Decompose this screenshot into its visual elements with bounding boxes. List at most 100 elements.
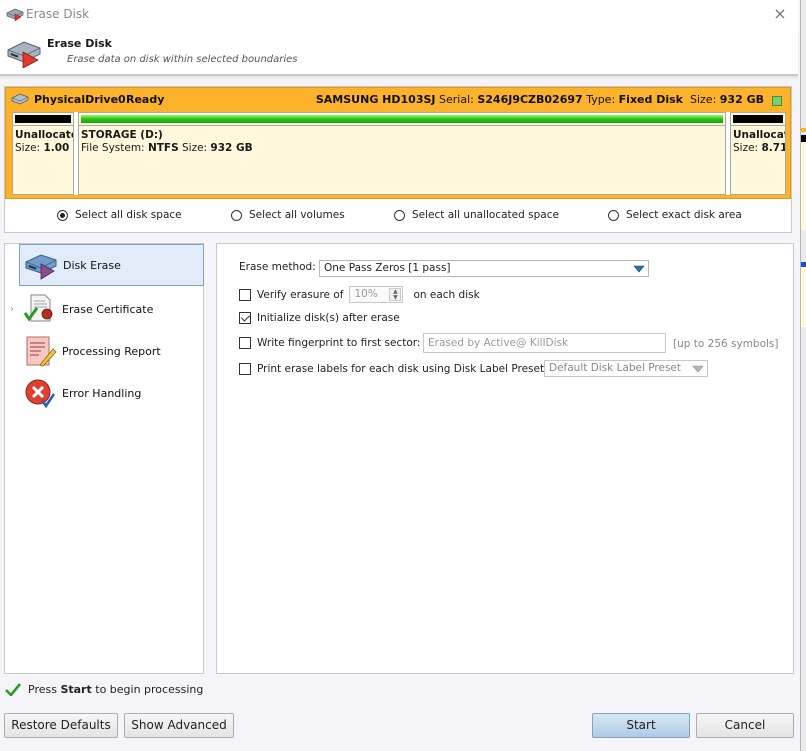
bg-decoration bbox=[801, 135, 806, 142]
bg-decoration bbox=[801, 128, 806, 132]
stepper-arrows-icon[interactable]: ▲ ▼ bbox=[389, 288, 402, 301]
filesystem-value: NTFS bbox=[147, 142, 179, 154]
partition-title: STORAGE (D:) bbox=[81, 129, 163, 141]
nav-item-error-handling[interactable]: Error Handling bbox=[19, 372, 204, 414]
partition-title: Unallocated bbox=[733, 129, 785, 141]
serial-label: Serial: bbox=[439, 93, 474, 106]
expand-chevron-icon[interactable]: › bbox=[10, 304, 14, 315]
label-preset-value: Default Disk Label Preset bbox=[549, 362, 681, 374]
initialize-disk-checkbox[interactable] bbox=[239, 312, 251, 324]
radio-label: Select exact disk area bbox=[626, 209, 742, 221]
radio-select-exact-area[interactable]: Select exact disk area bbox=[608, 209, 742, 221]
nav-item-processing-report[interactable]: Processing Report bbox=[19, 330, 204, 372]
disk-erase-settings: Erase method: One Pass Zeros [1 pass] Ve… bbox=[216, 243, 794, 674]
physical-disk[interactable]: PhysicalDrive0 Ready SAMSUNG HD103SJ Ser… bbox=[5, 87, 791, 199]
fingerprint-checkbox[interactable] bbox=[239, 337, 251, 349]
initialize-disk-label: Initialize disk(s) after erase bbox=[257, 312, 400, 324]
radio-label: Select all disk space bbox=[75, 209, 182, 221]
disk-serial: S246J9CZB02697 bbox=[477, 93, 583, 106]
nav-item-label: Error Handling bbox=[62, 386, 142, 400]
partition-storage[interactable]: STORAGE (D:) File System: NTFS Size: 932… bbox=[78, 112, 726, 195]
erase-method-label: Erase method: bbox=[239, 261, 316, 273]
disk-info: SAMSUNG HD103SJ Serial: S246J9CZB02697 T… bbox=[316, 93, 764, 106]
verify-erasure-checkbox[interactable] bbox=[239, 288, 251, 301]
radio-select-all-disk-space[interactable]: Select all disk space bbox=[57, 209, 182, 221]
dialog-header: Erase Disk Erase data on disk within sel… bbox=[0, 28, 798, 76]
verify-percent-value: 10% bbox=[354, 288, 378, 300]
status-prefix: Press bbox=[28, 682, 57, 696]
partition-size: 1.00 MB bbox=[43, 142, 73, 154]
partition-unallocated-start[interactable]: Unallocated Size: 1.00 MB bbox=[12, 112, 74, 195]
nav-item-disk-erase[interactable]: Disk Erase bbox=[19, 244, 204, 286]
disk-header: PhysicalDrive0 Ready SAMSUNG HD103SJ Ser… bbox=[8, 91, 788, 109]
nav-item-label: Disk Erase bbox=[63, 258, 121, 272]
partition-list: Unallocated Size: 1.00 MB STORAGE (D:) F… bbox=[12, 112, 786, 195]
fingerprint-label: Write fingerprint to first sector: bbox=[257, 337, 421, 349]
verify-erasure-row: Verify erasure of 10% ▲ ▼ on each disk bbox=[239, 286, 480, 303]
partition-title: Unallocated bbox=[15, 129, 73, 141]
partition-bar bbox=[15, 115, 71, 123]
print-labels-checkbox[interactable] bbox=[239, 363, 251, 375]
error-icon bbox=[25, 379, 56, 409]
erase-method-row: Erase method: bbox=[239, 261, 316, 273]
disk-erase-icon bbox=[25, 254, 57, 280]
header-subtitle: Erase data on disk within selected bound… bbox=[67, 54, 298, 65]
fingerprint-input[interactable]: Erased by Active@ KillDisk bbox=[423, 333, 666, 353]
erase-method-value: One Pass Zeros [1 pass] bbox=[324, 262, 451, 274]
partition-unallocated-end[interactable]: Unallocated Size: 8.71 MB bbox=[730, 112, 786, 195]
chevron-down-icon bbox=[633, 265, 645, 273]
radio-button[interactable] bbox=[57, 209, 68, 221]
print-labels-label: Print erase labels for each disk using D… bbox=[257, 363, 548, 375]
disk-model: SAMSUNG HD103SJ bbox=[315, 93, 436, 106]
verify-erasure-label: Verify erasure of bbox=[257, 288, 344, 301]
selection-mode-group: Select all disk space Select all volumes… bbox=[5, 205, 791, 229]
window-title: Erase Disk bbox=[26, 7, 90, 21]
erase-method-dropdown[interactable]: One Pass Zeros [1 pass] bbox=[319, 260, 649, 277]
radio-button[interactable] bbox=[608, 209, 619, 221]
close-icon[interactable]: × bbox=[770, 4, 790, 24]
disk-select-checkbox[interactable] bbox=[772, 96, 782, 106]
title-bar: Erase Disk × bbox=[0, 0, 798, 28]
partition-size-label: Size: bbox=[15, 142, 41, 154]
radio-select-all-volumes[interactable]: Select all volumes bbox=[231, 209, 345, 221]
fingerprint-row: Write fingerprint to first sector: bbox=[239, 337, 420, 349]
type-label: Type: bbox=[586, 93, 616, 106]
certificate-icon bbox=[23, 294, 53, 322]
nav-item-label: Processing Report bbox=[62, 344, 161, 358]
app-disk-icon bbox=[6, 8, 24, 22]
nav-item-erase-certificate[interactable]: Erase Certificate bbox=[19, 288, 204, 330]
radio-button[interactable] bbox=[231, 209, 242, 221]
partition-body: Unallocated Size: 8.71 MB bbox=[731, 125, 785, 194]
report-icon bbox=[26, 336, 57, 367]
label-preset-dropdown[interactable]: Default Disk Label Preset bbox=[544, 360, 708, 377]
partition-size: 932 GB bbox=[210, 142, 253, 154]
status-message: Press Start to begin processing bbox=[5, 682, 203, 696]
partition-size: 8.71 MB bbox=[761, 142, 786, 154]
verify-percent-stepper[interactable]: 10% ▲ ▼ bbox=[349, 286, 404, 303]
radio-button[interactable] bbox=[394, 209, 405, 221]
nav-item-label: Erase Certificate bbox=[62, 302, 154, 316]
restore-defaults-button[interactable]: Restore Defaults bbox=[4, 713, 118, 738]
radio-select-all-unallocated[interactable]: Select all unallocated space bbox=[394, 209, 559, 221]
chevron-down-icon bbox=[692, 365, 704, 373]
filesystem-label: File System: bbox=[81, 142, 145, 154]
fingerprint-hint: [up to 256 symbols] bbox=[673, 338, 779, 350]
start-button[interactable]: Start bbox=[592, 713, 690, 738]
cancel-button[interactable]: Cancel bbox=[696, 713, 794, 738]
show-advanced-button[interactable]: Show Advanced bbox=[124, 713, 234, 738]
partition-size-label: Size: bbox=[181, 142, 208, 154]
radio-label: Select all volumes bbox=[249, 209, 345, 221]
status-bold: Start bbox=[60, 682, 92, 696]
partition-bar bbox=[733, 115, 783, 123]
disk-name: PhysicalDrive0 bbox=[34, 93, 126, 106]
fingerprint-value: Erased by Active@ KillDisk bbox=[428, 337, 569, 349]
background-window-edge bbox=[800, 0, 806, 751]
checkmark-icon bbox=[5, 683, 21, 696]
bg-decoration bbox=[801, 142, 806, 230]
settings-nav: Disk Erase › Erase Certificate Processin… bbox=[4, 243, 204, 674]
disk-map-panel: PhysicalDrive0 Ready SAMSUNG HD103SJ Ser… bbox=[4, 86, 792, 233]
disk-status: Ready bbox=[126, 93, 165, 106]
partition-body: Unallocated Size: 1.00 MB bbox=[13, 125, 73, 194]
initialize-row: Initialize disk(s) after erase bbox=[239, 312, 400, 324]
partition-size-label: Size: bbox=[733, 142, 759, 154]
